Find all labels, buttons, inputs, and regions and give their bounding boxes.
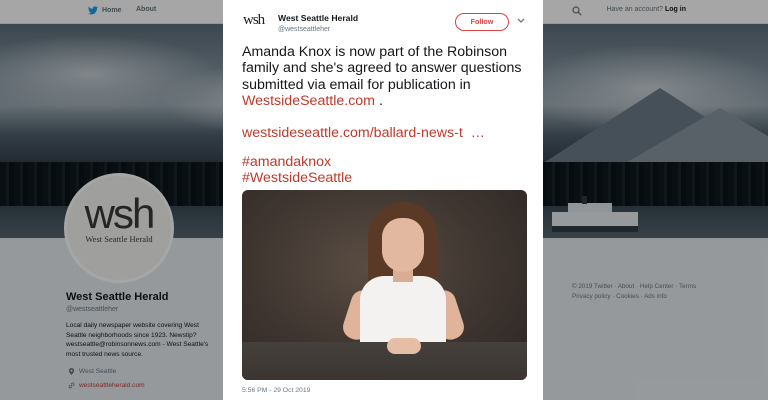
tweet-inline-link[interactable]: WestsideSeattle.com — [242, 93, 375, 109]
tweet-url-ellipsis: … — [470, 125, 485, 141]
tweet-modal: wsh West Seattle Herald @westseattleher … — [223, 0, 543, 400]
tweet-text-end: . — [375, 93, 383, 110]
tweet-author-handle[interactable]: @westseattleher — [278, 26, 330, 33]
tweet-url-text[interactable]: westsideseattle.com/ballard-news-t — [242, 125, 463, 141]
tweet-text: Amanda Knox is now part of the Robinson … — [242, 44, 532, 110]
hashtag-westsideseattle[interactable]: #WestsideSeattle — [242, 170, 352, 186]
tweet-photo[interactable] — [242, 190, 527, 380]
chevron-down-icon[interactable] — [517, 18, 525, 24]
tweet-author-name[interactable]: West Seattle Herald — [278, 13, 358, 23]
tweet-text-main: Amanda Knox is now part of the Robinson … — [242, 44, 522, 93]
follow-button[interactable]: Follow — [455, 13, 509, 31]
tweet-timestamp[interactable]: 5:56 PM - 29 Oct 2019 — [242, 387, 310, 394]
hashtag-amandaknox[interactable]: #amandaknox — [242, 154, 331, 170]
tweet-author-avatar[interactable]: wsh — [243, 12, 271, 32]
tweet-url-link[interactable]: westsideseattle.com/ballard-news-t … — [242, 125, 485, 141]
